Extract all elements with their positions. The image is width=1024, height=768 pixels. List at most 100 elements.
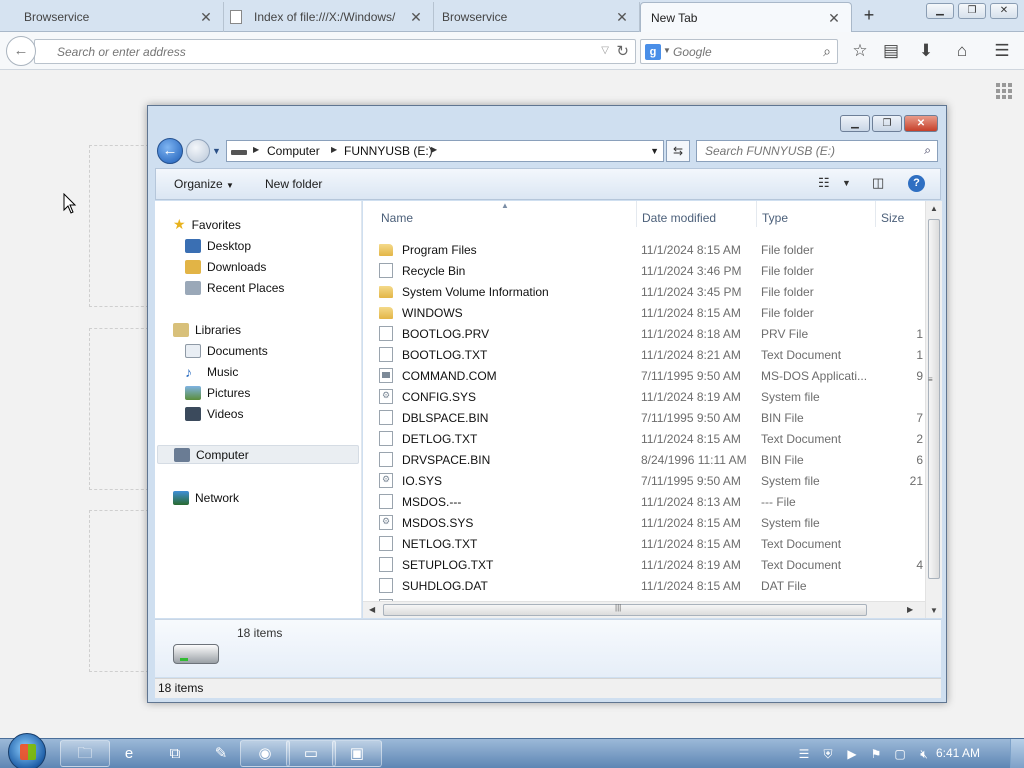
apps-grid-icon[interactable]	[996, 83, 1012, 99]
internet-explorer-icon[interactable]: e	[104, 740, 154, 767]
tab-close-icon[interactable]: ✕	[615, 10, 629, 24]
disk-drive-icon[interactable]: ▭	[286, 740, 336, 767]
new-tab-tile[interactable]	[89, 510, 149, 672]
tray-shield-icon[interactable]: ⛨	[820, 746, 836, 762]
explorer-restore-button[interactable]: ❐	[872, 115, 902, 132]
breadcrumb-separator-icon[interactable]: ▶	[431, 145, 437, 154]
search-icon[interactable]: ⌕	[823, 43, 831, 60]
view-options-icon[interactable]: ☷	[818, 175, 830, 191]
bookmark-star-icon[interactable]: ☆	[848, 40, 872, 62]
tab-browservice-2[interactable]: Browservice ✕	[434, 2, 640, 32]
explorer-forward-button[interactable]	[186, 139, 210, 163]
file-explorer-icon[interactable]: 🗀	[60, 740, 110, 767]
nav-item-documents[interactable]: Documents	[185, 341, 268, 360]
file-row[interactable]: CONFIG.SYS 11/1/2024 8:19 AM System file	[363, 386, 923, 407]
search-bar[interactable]: g ▼ ⌕	[640, 39, 838, 64]
nav-item-downloads[interactable]: Downloads	[185, 257, 266, 276]
history-dropdown-icon[interactable]: ▽	[601, 45, 609, 56]
column-divider[interactable]	[636, 201, 637, 227]
nav-item-pictures[interactable]: Pictures	[185, 383, 250, 402]
new-folder-button[interactable]: New folder	[265, 177, 322, 191]
tab-new-tab[interactable]: New Tab ✕	[640, 2, 852, 32]
file-row[interactable]: MSDOS.--- 11/1/2024 8:13 AM --- File	[363, 491, 923, 512]
file-row[interactable]: BOOTLOG.TXT 11/1/2024 8:21 AM Text Documen…	[363, 344, 923, 365]
google-engine-icon[interactable]: g	[645, 44, 661, 60]
column-header-date[interactable]: Date modified	[642, 211, 716, 225]
column-header-type[interactable]: Type	[762, 211, 788, 225]
nav-libraries[interactable]: Libraries	[173, 320, 241, 339]
explorer-back-button[interactable]: ←	[157, 138, 183, 164]
vertical-scrollbar[interactable]: ▲ ≡ ▼	[925, 201, 942, 618]
firefox-icon[interactable]: ◉	[240, 740, 290, 767]
restore-button[interactable]: ❐	[958, 3, 986, 19]
column-header-size[interactable]: Size	[881, 211, 904, 225]
explorer-refresh-button[interactable]: ⇆	[666, 140, 690, 162]
tab-index-windows[interactable]: Index of file:///X:/Windows/ ✕	[224, 2, 434, 32]
file-row[interactable]: SETUPLOG.TXT 11/1/2024 8:19 AM Text Docume…	[363, 554, 923, 575]
show-desktop-button[interactable]	[1010, 739, 1024, 768]
tray-media-icon[interactable]: ▶	[844, 746, 860, 762]
file-row[interactable]: Recycle Bin 11/1/2024 3:46 PM File folder	[363, 260, 923, 281]
scroll-left-icon[interactable]: ◀	[369, 605, 375, 614]
file-row[interactable]: BOOTLOG.PRV 11/1/2024 8:18 AM PRV File 1	[363, 323, 923, 344]
help-icon[interactable]: ?	[908, 175, 925, 192]
view-dropdown-icon[interactable]: ▼	[842, 178, 851, 188]
explorer-search-input[interactable]	[697, 141, 907, 161]
file-row[interactable]: System Volume Information 11/1/2024 3:45 …	[363, 281, 923, 302]
preview-pane-icon[interactable]: ◫	[872, 175, 884, 191]
nav-item-desktop[interactable]: Desktop	[185, 236, 251, 255]
scroll-right-icon[interactable]: ▶	[907, 605, 913, 614]
scroll-thumb[interactable]	[383, 604, 867, 616]
breadcrumb-computer[interactable]: Computer	[267, 144, 320, 158]
tray-monitor-icon[interactable]: ▢	[892, 746, 908, 762]
downloads-icon[interactable]: ⬇	[914, 40, 938, 62]
scroll-down-icon[interactable]: ▼	[930, 606, 938, 615]
minimize-button[interactable]: ▁	[926, 3, 954, 19]
nav-item-videos[interactable]: Videos	[185, 404, 243, 423]
scroll-thumb[interactable]	[928, 219, 940, 579]
explorer-search-box[interactable]: ⌕	[696, 140, 938, 162]
explorer-titlebar[interactable]: ▁ ❐ ✕	[148, 106, 946, 136]
new-tab-tile[interactable]	[89, 328, 149, 490]
remote-desktop-icon[interactable]: ⧉	[150, 740, 200, 767]
tray-network-icon[interactable]: ☰	[796, 746, 812, 762]
explorer-close-button[interactable]: ✕	[904, 115, 938, 132]
tray-volume-icon[interactable]: 🔇︎	[916, 746, 932, 762]
file-row[interactable]: NETLOG.TXT 11/1/2024 8:15 AM Text Document	[363, 533, 923, 554]
nav-item-recent-places[interactable]: Recent Places	[185, 278, 284, 297]
address-input[interactable]	[35, 40, 575, 63]
file-row[interactable]: DBLSPACE.BIN 7/11/1995 9:50 AM BIN File 7	[363, 407, 923, 428]
tab-browservice-1[interactable]: Browservice ✕	[0, 2, 224, 32]
breadcrumb-drive[interactable]: FUNNYUSB (E:)	[344, 144, 433, 158]
explorer-address-bar[interactable]: ▶ Computer ▶ FUNNYUSB (E:) ▶ ▼	[226, 140, 664, 162]
tab-close-icon[interactable]: ✕	[827, 11, 841, 25]
file-row[interactable]: Program Files 11/1/2024 8:15 AM File folde…	[363, 239, 923, 260]
new-tab-tile[interactable]	[89, 145, 149, 307]
menu-icon[interactable]: ☰	[990, 40, 1014, 62]
engine-dropdown-icon[interactable]: ▼	[663, 46, 671, 55]
file-row[interactable]: SUHDLOG.DAT 11/1/2024 8:15 AM DAT File	[363, 575, 923, 596]
column-divider[interactable]	[875, 201, 876, 227]
tray-flag-icon[interactable]: ⚑	[868, 746, 884, 762]
tab-close-icon[interactable]: ✕	[409, 10, 423, 24]
organize-button[interactable]: Organize ▼	[174, 177, 234, 191]
nav-computer[interactable]: Computer	[157, 445, 359, 464]
network-monitor-icon[interactable]: ▣	[332, 740, 382, 767]
search-icon[interactable]: ⌕	[924, 143, 931, 158]
file-row[interactable]: WINDOWS 11/1/2024 8:15 AM File folder	[363, 302, 923, 323]
reading-list-icon[interactable]: ▤	[879, 40, 903, 62]
tab-close-icon[interactable]: ✕	[199, 10, 213, 24]
close-window-button[interactable]: ✕	[990, 3, 1018, 19]
file-row[interactable]: IO.SYS 7/11/1995 9:50 AM System file 21	[363, 470, 923, 491]
clock[interactable]: 6:41 AM	[936, 746, 980, 760]
file-row[interactable]: COMMAND.COM 7/11/1995 9:50 AM MS-DOS Appli…	[363, 365, 923, 386]
new-tab-button[interactable]: +	[858, 4, 880, 26]
explorer-minimize-button[interactable]: ▁	[840, 115, 870, 132]
search-input[interactable]	[673, 40, 813, 63]
recent-pages-dropdown-icon[interactable]: ▼	[212, 146, 221, 156]
breadcrumb-separator-icon[interactable]: ▶	[253, 145, 259, 154]
start-button[interactable]	[8, 733, 46, 768]
address-dropdown-icon[interactable]: ▼	[650, 146, 659, 156]
nav-network[interactable]: Network	[173, 488, 239, 507]
back-button[interactable]: ←	[6, 36, 36, 66]
